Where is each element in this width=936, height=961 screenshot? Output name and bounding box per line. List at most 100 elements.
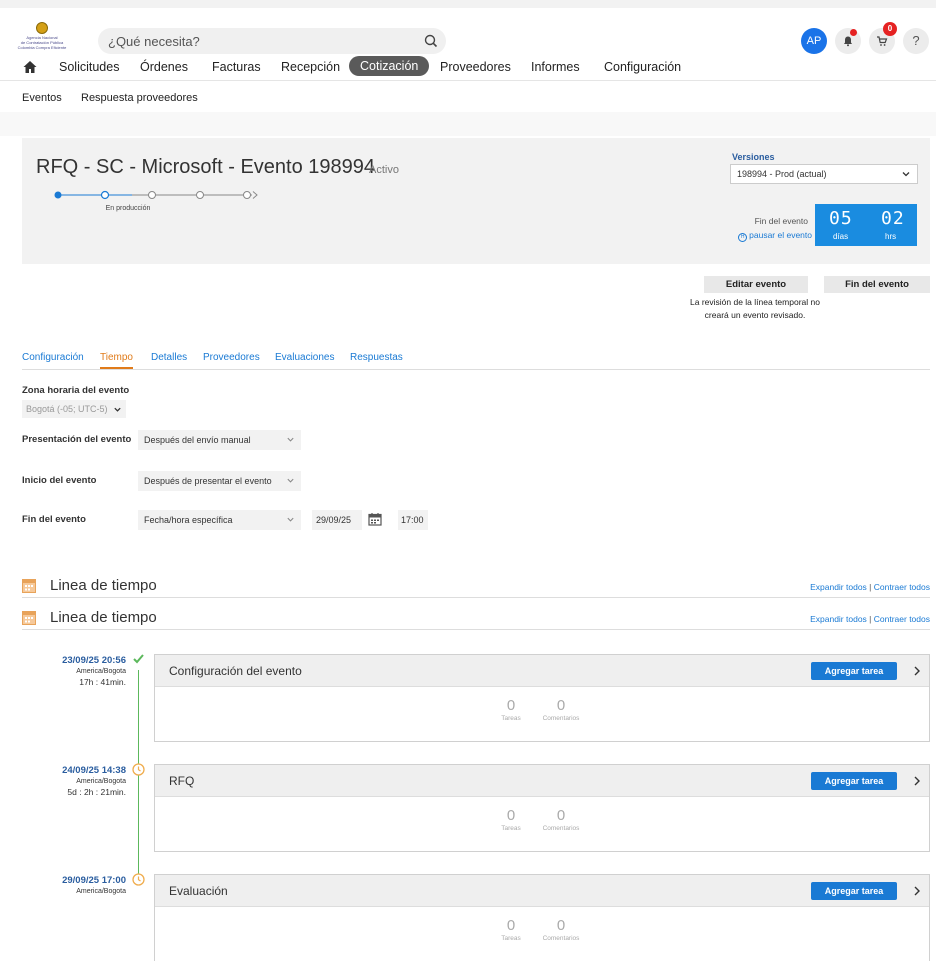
- help-button[interactable]: ?: [903, 28, 929, 54]
- timeline-header: Linea de tiempo Expandir todos | Contrae…: [22, 608, 930, 630]
- check-icon: [133, 654, 144, 664]
- chevron-down-icon: [287, 517, 294, 522]
- nav-solicitudes[interactable]: Solicitudes: [59, 60, 119, 74]
- subnav-respuesta-proveedores[interactable]: Respuesta proveedores: [81, 92, 198, 104]
- stepper-track: [54, 190, 258, 200]
- nav-facturas[interactable]: Facturas: [212, 60, 261, 74]
- phase-title: Configuración del evento: [169, 664, 302, 678]
- nav-recepcion[interactable]: Recepción: [281, 60, 340, 74]
- comments-number: 0: [556, 917, 566, 934]
- notification-dot: [850, 29, 857, 36]
- calendar-icon[interactable]: [368, 512, 382, 526]
- timeline-calendar-icon: [22, 611, 36, 625]
- timezone-select[interactable]: Bogotá (-05; UTC-5): [22, 400, 126, 418]
- edit-event-button[interactable]: Editar evento: [704, 276, 808, 293]
- phase-date: 24/09/25 14:38: [62, 765, 126, 776]
- add-task-button[interactable]: Agregar tarea: [811, 772, 897, 790]
- end-event-label: Fin del evento: [754, 216, 808, 226]
- versions-label: Versiones: [732, 152, 775, 162]
- chevron-right-icon[interactable]: [912, 774, 922, 788]
- phase-title: RFQ: [169, 774, 195, 788]
- pause-event-link[interactable]: Hpausar el evento: [732, 230, 812, 242]
- presentation-select[interactable]: Después del envío manual: [138, 430, 301, 450]
- comments-count: 0 Comentarios: [531, 917, 591, 942]
- phase-header[interactable]: Configuración del evento Agregar tarea: [155, 655, 929, 687]
- subnav-eventos[interactable]: Eventos: [22, 92, 62, 104]
- seal-icon: [36, 22, 48, 34]
- tab-evaluaciones[interactable]: Evaluaciones: [275, 352, 334, 363]
- cart-icon: [877, 36, 888, 46]
- agency-logo[interactable]: Agencia Nacional de Contratación Pública…: [14, 22, 70, 52]
- countdown-days-unit: días: [833, 232, 849, 241]
- comments-label: Comentarios: [542, 715, 580, 722]
- phase-body: 0 Tareas 0 Comentarios: [155, 687, 929, 741]
- collapse-all-link[interactable]: Contraer todos: [874, 614, 930, 624]
- add-task-button[interactable]: Agregar tarea: [811, 662, 897, 680]
- phase-timezone: America/Bogota: [76, 778, 126, 785]
- timeline-title: Linea de tiempo: [50, 577, 157, 594]
- timeline-links: Expandir todos | Contraer todos: [810, 582, 930, 592]
- chevron-right-icon[interactable]: [912, 664, 922, 678]
- comments-label: Comentarios: [542, 935, 580, 942]
- phase-header[interactable]: RFQ Agregar tarea: [155, 765, 929, 797]
- step-label: En producción: [105, 205, 151, 212]
- user-avatar[interactable]: AP: [801, 28, 827, 54]
- end-time-input[interactable]: 17:00: [398, 510, 428, 530]
- search-icon[interactable]: [423, 33, 439, 49]
- nav-ordenes[interactable]: Órdenes: [140, 60, 188, 74]
- nav-informes[interactable]: Informes: [531, 60, 580, 74]
- nav-configuracion[interactable]: Configuración: [604, 60, 681, 74]
- collapse-all-link[interactable]: Contraer todos: [874, 582, 930, 592]
- timezone-label: Zona horaria del evento: [22, 385, 130, 396]
- phase-card: Evaluación Agregar tarea 0 Tareas 0 Come…: [154, 874, 930, 961]
- clock-icon: [132, 873, 145, 886]
- event-header-card: RFQ - SC - Microsoft - Evento 198994 Act…: [22, 138, 930, 264]
- phase-date: 29/09/25 17:00: [62, 875, 126, 886]
- tab-detalles[interactable]: Detalles: [151, 352, 187, 363]
- bell-icon: [844, 36, 852, 47]
- end-select[interactable]: Fecha/hora específica: [138, 510, 301, 530]
- expand-all-link[interactable]: Expandir todos: [810, 614, 867, 624]
- comments-number: 0: [556, 697, 566, 714]
- notifications-button[interactable]: [835, 28, 861, 54]
- comments-count: 0 Comentarios: [531, 807, 591, 832]
- phase-time: 23/09/25 20:56 America/Bogota 17h : 41mi…: [22, 655, 126, 687]
- expand-all-link[interactable]: Expandir todos: [810, 582, 867, 592]
- versions-selected-value: 198994 - Prod (actual): [737, 169, 827, 179]
- edit-event-note: La revisión de la línea temporal no crea…: [690, 297, 820, 320]
- countdown-hours: 02: [881, 208, 905, 229]
- phase-time: 24/09/25 14:38 America/Bogota 5d : 2h : …: [22, 765, 126, 797]
- nav-cotizacion[interactable]: Cotización: [349, 56, 430, 76]
- home-icon[interactable]: [22, 59, 38, 75]
- timeline-header: Linea de tiempo Expandir todos | Contrae…: [22, 576, 930, 598]
- presentation-value: Después del envío manual: [144, 435, 251, 445]
- tab-configuracion[interactable]: Configuración: [22, 352, 84, 363]
- nav-proveedores[interactable]: Proveedores: [440, 60, 511, 74]
- chevron-down-icon: [287, 478, 294, 483]
- start-value: Después de presentar el evento: [144, 476, 272, 486]
- end-value: Fecha/hora específica: [144, 515, 233, 525]
- tab-tiempo[interactable]: Tiempo: [100, 352, 133, 369]
- event-status: Activo: [369, 164, 399, 176]
- cart-button[interactable]: 0: [869, 22, 897, 54]
- start-select[interactable]: Después de presentar el evento: [138, 471, 301, 491]
- end-date-input[interactable]: 29/09/25: [312, 510, 362, 530]
- phase-timezone: America/Bogota: [76, 888, 126, 895]
- search-input[interactable]: [98, 28, 398, 54]
- timeline-title: Linea de tiempo: [50, 609, 157, 626]
- presentation-label: Presentación del evento: [22, 434, 132, 445]
- chevron-right-icon[interactable]: [912, 884, 922, 898]
- phase-duration: 5d : 2h : 21min.: [67, 787, 126, 797]
- event-stepper: En producción: [52, 188, 272, 228]
- versions-select[interactable]: 198994 - Prod (actual): [730, 164, 918, 184]
- event-title: RFQ - SC - Microsoft - Evento 198994: [36, 156, 376, 178]
- end-event-button[interactable]: Fin del evento: [824, 276, 930, 293]
- add-task-button[interactable]: Agregar tarea: [811, 882, 897, 900]
- clock-icon: [132, 763, 145, 776]
- timeline-calendar-icon: [22, 579, 36, 593]
- phase-date: 23/09/25 20:56: [62, 655, 126, 666]
- tab-proveedores[interactable]: Proveedores: [203, 352, 260, 363]
- pause-icon: H: [738, 233, 748, 242]
- tab-respuestas[interactable]: Respuestas: [350, 352, 403, 363]
- phase-header[interactable]: Evaluación Agregar tarea: [155, 875, 929, 907]
